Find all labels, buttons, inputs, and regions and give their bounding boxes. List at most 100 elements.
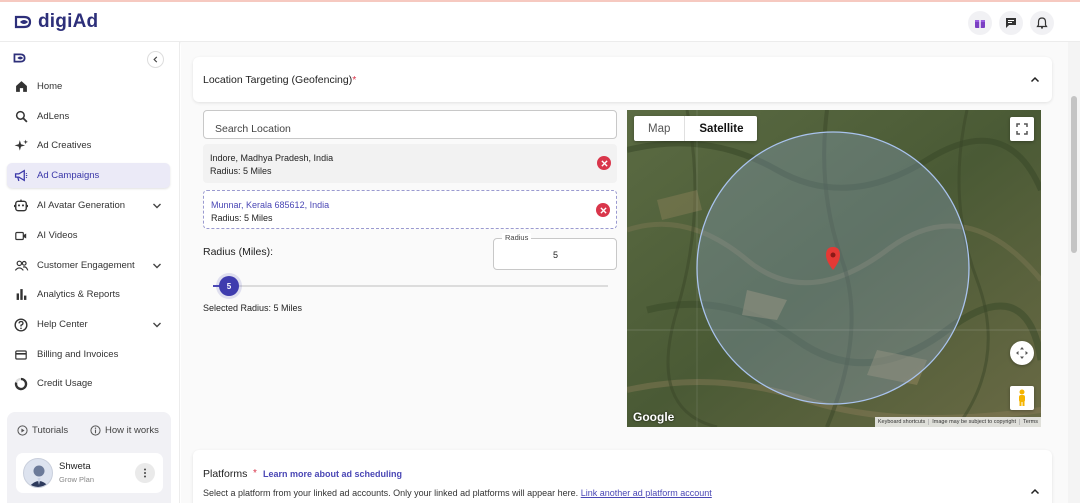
location-radius: Radius: 5 Miles <box>211 213 273 223</box>
sparkle-icon <box>13 138 29 154</box>
link-ad-platform-link[interactable]: Link another ad platform account <box>581 488 712 498</box>
tutorials-label: Tutorials <box>32 425 69 436</box>
chevron-left-icon <box>153 56 158 63</box>
video-icon <box>13 228 29 244</box>
selected-radius-text: Selected Radius: 5 Miles <box>203 303 303 313</box>
search-location-input[interactable] <box>215 123 595 135</box>
gift-button[interactable] <box>968 11 992 35</box>
megaphone-icon <box>13 168 29 184</box>
user-plan: Grow Plan <box>59 475 95 484</box>
top-bar: digiAd <box>0 0 1080 42</box>
sidebar-item-ad-campaigns[interactable]: Ad Campaigns <box>7 163 170 188</box>
sidebar: Home AdLens Ad Creatives Ad Campaigns AI… <box>0 42 180 503</box>
radius-input-value[interactable]: 5 <box>553 250 558 260</box>
how-it-works-link[interactable]: How it works <box>90 425 159 436</box>
donut-icon <box>13 376 29 392</box>
chevron-up-icon[interactable] <box>1030 74 1040 88</box>
location-name: Munnar, Kerala 685612, India <box>211 200 330 210</box>
map-attribution: Keyboard shortcuts Image may be subject … <box>874 417 1041 427</box>
app-logo[interactable]: digiAd <box>14 11 98 33</box>
keyboard-shortcuts-link[interactable]: Keyboard shortcuts <box>875 419 928 425</box>
sidebar-item-ai-avatar-generation[interactable]: AI Avatar Generation <box>7 193 170 218</box>
required-mark: * <box>253 468 257 479</box>
radius-input-field[interactable]: Radius 5 <box>493 233 617 270</box>
location-targeting-header[interactable]: Location Targeting (Geofencing)* <box>193 57 1052 102</box>
logo-mark-icon <box>13 53 26 63</box>
terms-link[interactable]: Terms <box>1019 419 1041 425</box>
home-icon <box>13 79 29 95</box>
sidebar-item-ad-creatives[interactable]: Ad Creatives <box>7 133 170 158</box>
street-view-pegman[interactable] <box>1010 386 1034 410</box>
user-name: Shweta <box>59 461 91 472</box>
platforms-description: Select a platform from your linked ad ac… <box>203 488 712 498</box>
sidebar-item-home[interactable]: Home <box>7 74 170 99</box>
remove-location-button[interactable] <box>596 203 610 217</box>
chevron-up-icon[interactable] <box>1030 486 1040 500</box>
sidebar-item-label: Help Center <box>37 319 88 330</box>
notifications-button[interactable] <box>1030 11 1054 35</box>
sidebar-item-label: AI Videos <box>37 230 78 241</box>
radius-slider-thumb[interactable]: 5 <box>219 276 239 296</box>
section-title: Location Targeting (Geofencing)* <box>203 74 356 86</box>
fullscreen-button[interactable] <box>1010 117 1034 141</box>
people-icon <box>13 258 29 274</box>
user-avatar-icon <box>29 465 49 487</box>
sidebar-item-ai-videos[interactable]: AI Videos <box>7 223 170 248</box>
more-options-button[interactable] <box>135 463 155 483</box>
info-icon <box>90 425 101 436</box>
map-view[interactable]: Map Satellite Google Keyboard shortcuts … <box>627 110 1041 427</box>
sidebar-item-label: AI Avatar Generation <box>37 200 126 211</box>
location-name: Indore, Madhya Pradesh, India <box>210 153 334 163</box>
main-content: Location Targeting (Geofencing)* Indore,… <box>181 42 1068 503</box>
logo-icon <box>14 15 32 29</box>
radius-field-legend: Radius <box>502 233 532 242</box>
move-icon <box>1016 347 1028 359</box>
sidebar-logo <box>13 52 29 67</box>
sidebar-item-analytics-reports[interactable]: Analytics & Reports <box>7 282 170 307</box>
bell-icon <box>1036 17 1048 29</box>
sidebar-item-credit-usage[interactable]: Credit Usage <box>7 371 170 396</box>
location-item[interactable]: Indore, Madhya Pradesh, India Radius: 5 … <box>203 144 617 183</box>
learn-more-link[interactable]: Learn more about ad scheduling <box>263 469 402 479</box>
user-profile-card[interactable]: Shweta Grow Plan <box>16 453 163 493</box>
messages-button[interactable] <box>999 11 1023 35</box>
map-type-satellite[interactable]: Satellite <box>684 116 757 141</box>
radius-slider-track[interactable] <box>213 285 608 287</box>
avatar <box>23 458 53 488</box>
sidebar-item-label: Customer Engagement <box>37 260 135 271</box>
sidebar-item-customer-engagement[interactable]: Customer Engagement <box>7 253 170 278</box>
location-item-selected[interactable]: Munnar, Kerala 685612, India Radius: 5 M… <box>203 190 617 229</box>
map-type-toggle: Map Satellite <box>634 116 758 141</box>
platforms-section: Platforms * Learn more about ad scheduli… <box>193 450 1052 503</box>
sidebar-item-label: AdLens <box>37 111 70 122</box>
bar-chart-icon <box>13 287 29 303</box>
how-it-works-label: How it works <box>105 425 159 436</box>
required-mark: * <box>352 74 357 86</box>
sidebar-footer: Tutorials How it works Shweta Grow Plan <box>7 412 171 503</box>
platforms-description-text: Select a platform from your linked ad ac… <box>203 488 579 498</box>
sidebar-item-help-center[interactable]: Help Center <box>7 312 170 337</box>
google-logo: Google <box>633 410 675 424</box>
credit-card-icon <box>13 347 29 363</box>
search-location-field[interactable] <box>203 110 617 139</box>
sidebar-collapse-button[interactable] <box>147 51 164 68</box>
play-circle-icon <box>17 425 28 436</box>
map-pan-control[interactable] <box>1010 341 1034 365</box>
pegman-icon <box>1019 389 1025 406</box>
chevron-down-icon <box>152 319 162 333</box>
sidebar-item-label: Home <box>37 81 63 92</box>
section-title-text: Location Targeting (Geofencing) <box>203 74 353 86</box>
scrollbar-thumb[interactable] <box>1071 96 1077 253</box>
sidebar-item-billing-invoices[interactable]: Billing and Invoices <box>7 342 170 367</box>
page-scrollbar[interactable] <box>1068 42 1080 503</box>
copyright-notice: Image may be subject to copyright <box>928 419 1019 425</box>
tutorials-link[interactable]: Tutorials <box>17 425 68 436</box>
map-type-map[interactable]: Map <box>634 116 684 141</box>
location-radius: Radius: 5 Miles <box>210 166 272 176</box>
sidebar-item-label: Analytics & Reports <box>37 289 120 300</box>
sidebar-item-adlens[interactable]: AdLens <box>7 104 170 129</box>
sidebar-item-label: Credit Usage <box>37 378 93 389</box>
gift-icon <box>975 20 985 28</box>
more-vertical-icon <box>144 468 146 478</box>
remove-location-button[interactable] <box>597 156 611 170</box>
